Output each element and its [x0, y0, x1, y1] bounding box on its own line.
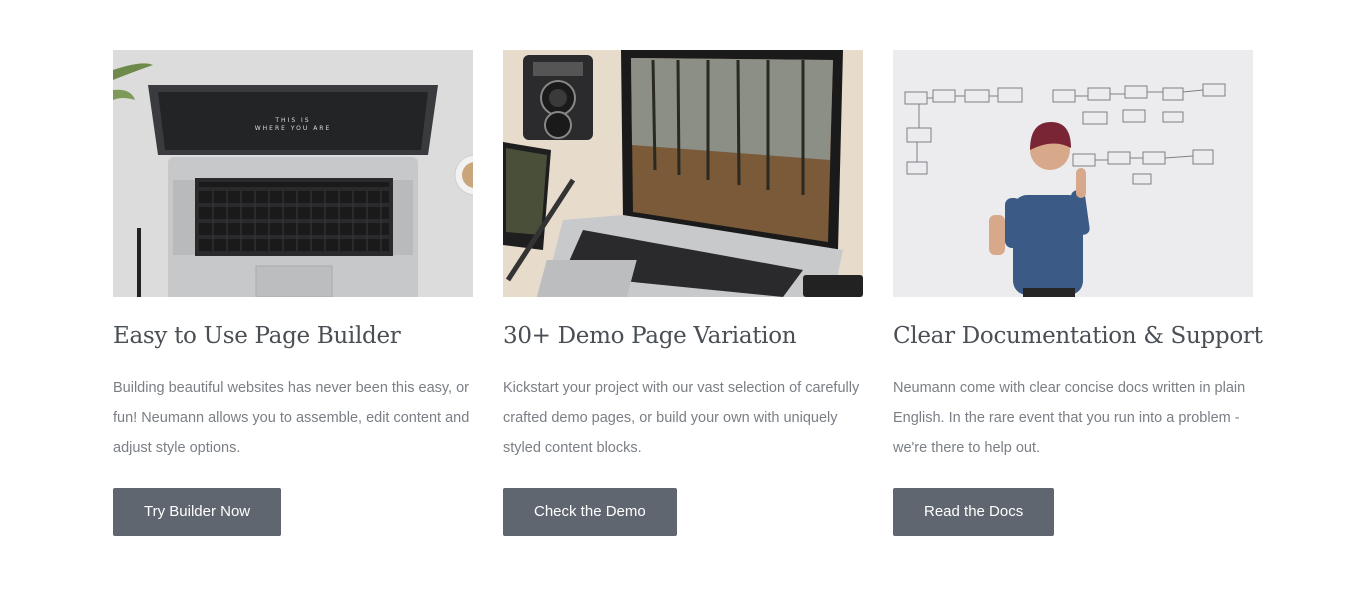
read-docs-button[interactable]: Read the Docs	[893, 488, 1055, 536]
feature-title: Clear Documentation & Support	[893, 323, 1263, 349]
man-at-whiteboard-photo	[893, 50, 1253, 297]
features-section: THIS IS WHERE YOU ARE Easy to Use Page B…	[0, 0, 1366, 613]
feature-card-page-builder: THIS IS WHERE YOU ARE Easy to Use Page B…	[113, 50, 473, 536]
feature-description: Building beautiful websites has never be…	[113, 380, 470, 456]
screen-text-line2: WHERE YOU ARE	[255, 125, 332, 132]
check-demo-button[interactable]: Check the Demo	[503, 488, 677, 536]
feature-description: Neumann come with clear concise docs wri…	[893, 380, 1246, 456]
try-builder-button[interactable]: Try Builder Now	[113, 488, 282, 536]
feature-card-demo-variation: 30+ Demo Page Variation Kickstart your p…	[503, 50, 863, 536]
laptop-top-view-photo: THIS IS WHERE YOU ARE	[113, 50, 473, 297]
screen-text-line1: THIS IS	[274, 117, 310, 124]
laptop-forest-camera-photo	[503, 50, 863, 297]
feature-description: Kickstart your project with our vast sel…	[503, 380, 860, 456]
feature-title: 30+ Demo Page Variation	[503, 323, 797, 349]
feature-card-documentation: Clear Documentation & Support Neumann co…	[893, 50, 1263, 536]
feature-title: Easy to Use Page Builder	[113, 323, 401, 349]
